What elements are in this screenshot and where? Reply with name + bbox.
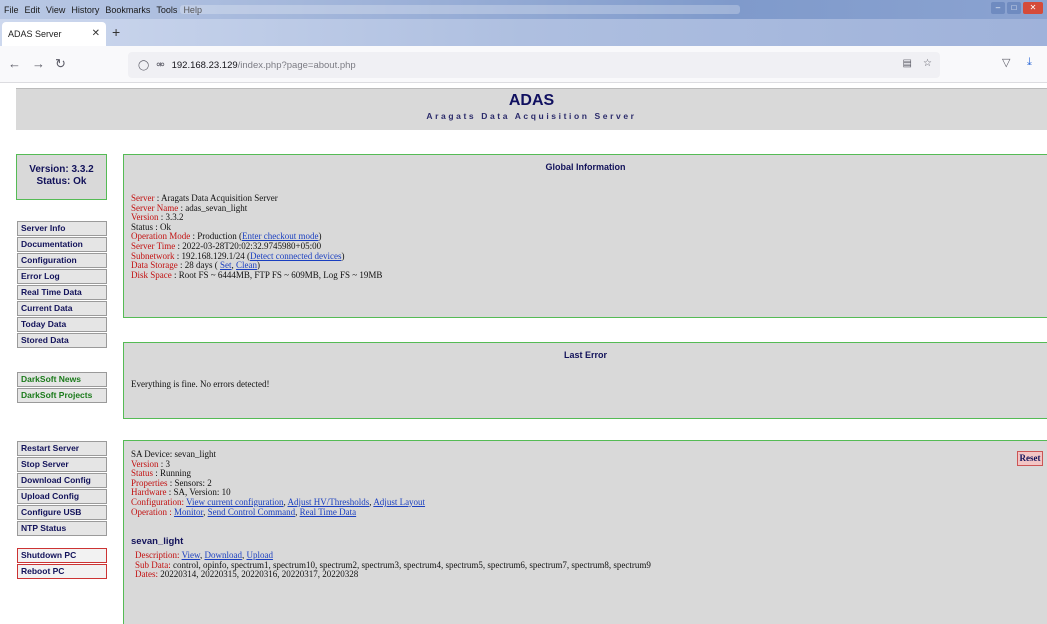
menu-tools[interactable]: Tools (156, 5, 177, 15)
sidebar-item-configuration[interactable]: Configuration (17, 253, 107, 268)
last-error-panel: Last Error Everything is fine. No errors… (123, 342, 1047, 419)
url-path: /index.php?page=about.php (237, 59, 356, 71)
storage-clean-link[interactable]: Clean (236, 260, 257, 270)
real-time-data-link[interactable]: Real Time Data (300, 507, 357, 517)
browser-tab[interactable]: ADAS Server ✕ (2, 22, 106, 46)
device-status: Status : Running (131, 468, 192, 479)
sidebar-item-stored-data[interactable]: Stored Data (17, 333, 107, 348)
browser-menu-bar: File Edit View History Bookmarks Tools H… (0, 0, 1047, 19)
monitor-link[interactable]: Monitor (174, 507, 203, 517)
reboot-pc-button[interactable]: Reboot PC (17, 564, 107, 579)
global-info-title: Global Information (545, 162, 626, 172)
window-title-bar (180, 5, 740, 14)
global-info-body: Server : Aragats Data Acquisition Server… (131, 193, 1047, 280)
info-version: Version : 3.3.2 (131, 212, 184, 223)
page-header: ADAS Aragats Data Acquisition Server (16, 88, 1047, 130)
shield-icon[interactable]: ◯ (138, 60, 149, 71)
forward-icon[interactable]: → (32, 56, 45, 71)
info-server-name: Server Name : adas_sevan_light (131, 202, 248, 213)
storage-set-link[interactable]: Set (220, 260, 232, 270)
sidebar-item-current-data[interactable]: Current Data (17, 301, 107, 316)
sub-device-info: Description: View, Download, Upload Sub … (135, 550, 1047, 580)
last-error-title: Last Error (563, 350, 607, 360)
reload-icon[interactable]: ↻ (55, 56, 66, 72)
adjust-layout-link[interactable]: Adjust Layout (373, 497, 425, 507)
sub-device-name: sevan_light (131, 536, 184, 548)
sidebar-item-server-info[interactable]: Server Info (17, 221, 107, 236)
pocket-icon[interactable]: ▽ (1002, 56, 1010, 69)
version-status-box: Version: 3.3.2 Status: Ok (16, 154, 107, 200)
minimize-icon[interactable]: – (991, 2, 1005, 14)
menu-file[interactable]: File (4, 5, 19, 15)
tab-title: ADAS Server (8, 29, 62, 39)
sidebar-item-darksoft-news[interactable]: DarkSoft News (17, 372, 107, 387)
device-operation: Operation : Monitor, Send Control Comman… (131, 506, 357, 517)
view-configuration-link[interactable]: View current configuration (186, 497, 283, 507)
window-controls: – □ ✕ (991, 2, 1043, 14)
reset-button[interactable]: Reset (1017, 451, 1043, 466)
enter-checkout-mode-link[interactable]: Enter checkout mode (242, 231, 318, 242)
maximize-icon[interactable]: □ (1007, 2, 1021, 14)
sidebar-item-error-log[interactable]: Error Log (17, 269, 107, 284)
menu-edit[interactable]: Edit (25, 5, 41, 15)
device-info: SA Device: sevan_light Version : 3 Statu… (131, 449, 1047, 517)
configure-usb-button[interactable]: Configure USB (17, 505, 107, 520)
description-upload-link[interactable]: Upload (246, 550, 273, 560)
device-properties: Properties : Sensors: 2 (131, 477, 212, 488)
page-title: ADAS (508, 92, 555, 109)
restart-server-button[interactable]: Restart Server (17, 441, 107, 456)
detect-devices-link[interactable]: Detect connected devices (250, 251, 341, 261)
sidebar-item-real-time-data[interactable]: Real Time Data (17, 285, 107, 300)
bookmark-star-icon[interactable]: ☆ (923, 58, 932, 69)
page-content: ADAS Aragats Data Acquisition Server Ver… (0, 83, 1047, 624)
sidebar-item-today-data[interactable]: Today Data (17, 317, 107, 332)
url-bar[interactable]: ◯ ⚮ 192.168.23.129/index.php?page=about.… (128, 52, 940, 78)
sidebar-item-darksoft-projects[interactable]: DarkSoft Projects (17, 388, 107, 403)
device-version: Version : 3 (131, 458, 171, 469)
info-subnetwork: Subnetwork : 192.168.129.1/24 (Detect co… (131, 250, 345, 261)
menu-view[interactable]: View (46, 5, 65, 15)
upload-config-button[interactable]: Upload Config (17, 489, 107, 504)
shutdown-pc-button[interactable]: Shutdown PC (17, 548, 107, 563)
send-control-command-link[interactable]: Send Control Command (208, 507, 296, 517)
description-view-link[interactable]: View (182, 550, 200, 560)
info-disk-space: Disk Space : Root FS ~ 6444MB, FTP FS ~ … (131, 269, 383, 280)
download-icon[interactable]: ⤓ (1027, 56, 1032, 69)
url-host: 192.168.23.129 (171, 59, 238, 71)
tab-bar: ADAS Server ✕ + (0, 19, 1047, 46)
device-name: SA Device: sevan_light (131, 449, 216, 459)
adjust-hv-link[interactable]: Adjust HV/Thresholds (288, 497, 370, 507)
navigation-bar: ← → ↻ ◯ ⚮ 192.168.23.129/index.php?page=… (0, 46, 1047, 83)
info-server: Server : Aragats Data Acquisition Server (131, 193, 278, 203)
ntp-status-button[interactable]: NTP Status (17, 521, 107, 536)
page-subtitle: Aragats Data Acquisition Server (426, 111, 637, 121)
download-config-button[interactable]: Download Config (17, 473, 107, 488)
sa-device-panel: Reset SA Device: sevan_light Version : 3… (123, 440, 1047, 624)
version-label: Version: 3.3.2 (29, 164, 94, 175)
new-tab-icon[interactable]: + (112, 24, 120, 40)
reader-view-icon[interactable]: ▤ (903, 58, 912, 69)
status-label: Status: Ok (36, 176, 87, 187)
menu-history[interactable]: History (71, 5, 99, 15)
tab-close-icon[interactable]: ✕ (92, 28, 100, 39)
menu-bookmarks[interactable]: Bookmarks (105, 5, 150, 15)
close-window-icon[interactable]: ✕ (1023, 2, 1043, 14)
last-error-message: Everything is fine. No errors detected! (131, 379, 270, 389)
sidebar-item-documentation[interactable]: Documentation (17, 237, 107, 252)
back-icon[interactable]: ← (8, 56, 21, 71)
sub-dates: Dates: 20220314, 20220315, 20220316, 202… (135, 569, 359, 580)
global-info-panel: Global Information Server : Aragats Data… (123, 154, 1047, 318)
stop-server-button[interactable]: Stop Server (17, 457, 107, 472)
lock-icon[interactable]: ⚮ (156, 60, 164, 71)
description-download-link[interactable]: Download (204, 550, 242, 560)
